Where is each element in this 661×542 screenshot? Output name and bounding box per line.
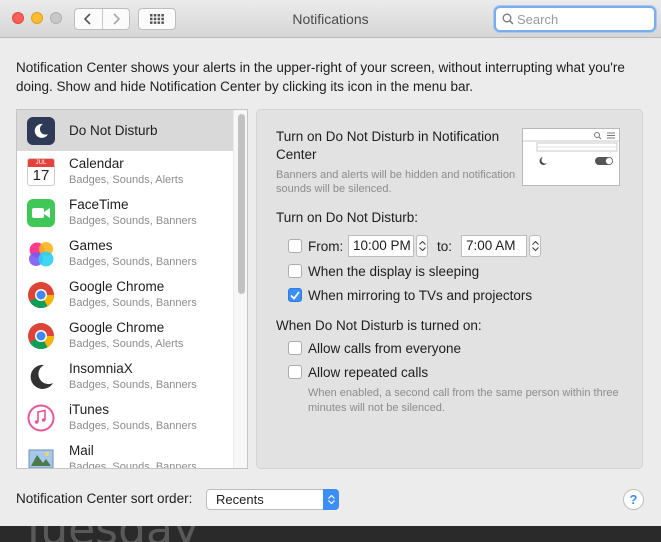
mail-icon xyxy=(27,445,55,468)
list-item-calendar[interactable]: JUL 17 Calendar Badges, Sounds, Alerts xyxy=(17,151,233,192)
popup-arrows-icon xyxy=(323,489,339,510)
app-name: Calendar xyxy=(69,156,124,171)
chevron-down-icon xyxy=(418,247,426,251)
display-sleeping-label: When the display is sleeping xyxy=(308,263,480,279)
app-name: FaceTime xyxy=(69,197,129,212)
app-name: Google Chrome xyxy=(69,279,165,294)
list-scrollbar-thumb[interactable] xyxy=(238,114,245,294)
description-text: Notification Center shows your alerts in… xyxy=(16,60,625,94)
chrome-icon xyxy=(27,322,55,350)
display-sleeping-checkbox[interactable] xyxy=(288,264,302,278)
app-subtitle: Badges, Sounds, Alerts xyxy=(69,174,184,186)
app-subtitle: Badges, Sounds, Banners xyxy=(69,256,197,268)
allow-calls-checkbox[interactable] xyxy=(288,341,302,355)
calendar-month: JUL xyxy=(28,159,54,167)
itunes-icon xyxy=(27,404,55,432)
from-checkbox[interactable] xyxy=(288,239,302,253)
app-subtitle: Badges, Sounds, Banners xyxy=(69,215,197,227)
display-sleeping-row[interactable]: When the display is sleeping xyxy=(288,261,479,281)
chevron-down-icon xyxy=(531,247,539,251)
list-item-itunes[interactable]: iTunes Badges, Sounds, Banners xyxy=(17,397,233,438)
list-item-google-chrome[interactable]: Google Chrome Badges, Sounds, Banners xyxy=(17,274,233,315)
title-bar: Notifications xyxy=(0,0,661,38)
app-name: Games xyxy=(69,238,113,253)
crescent-moon-icon xyxy=(27,363,55,391)
app-name: iTunes xyxy=(69,402,110,417)
app-subtitle: Badges, Sounds, Banners xyxy=(69,420,197,432)
dnd-heading: Turn on Do Not Disturb in Notification C… xyxy=(276,129,500,162)
desktop-widget-text: Tuesday xyxy=(20,526,199,542)
list-item-games[interactable]: Games Badges, Sounds, Banners xyxy=(17,233,233,274)
search-input[interactable] xyxy=(517,10,647,28)
list-item-facetime[interactable]: FaceTime Badges, Sounds, Banners xyxy=(17,192,233,233)
sort-order-value: Recents xyxy=(216,492,264,507)
sort-order-label: Notification Center sort order: xyxy=(16,491,193,506)
repeated-calls-note: When enabled, a second call from the sam… xyxy=(308,387,619,414)
from-row: From: xyxy=(288,236,343,256)
calendar-icon: JUL 17 xyxy=(27,158,55,186)
list-item-google-chrome[interactable]: Google Chrome Badges, Sounds, Alerts xyxy=(17,315,233,356)
help-button[interactable]: ? xyxy=(623,489,644,510)
sort-order-popup[interactable]: Recents xyxy=(206,489,339,510)
app-name: Google Chrome xyxy=(69,320,165,335)
app-name: Mail xyxy=(69,443,94,458)
moon-icon xyxy=(27,117,55,145)
calendar-day: 17 xyxy=(32,167,50,184)
mirroring-row[interactable]: When mirroring to TVs and projectors xyxy=(288,285,532,305)
to-time-stepper[interactable] xyxy=(529,235,541,257)
app-list[interactable]: Do Not Disturb JUL 17 Calendar Badges, S… xyxy=(16,109,248,469)
app-subtitle: Badges, Sounds, Alerts xyxy=(69,338,184,350)
preferences-window: Notifications Notification Center shows … xyxy=(0,0,661,526)
game-center-icon xyxy=(27,240,55,268)
repeated-calls-row[interactable]: Allow repeated calls xyxy=(288,362,428,382)
allow-calls-label: Allow calls from everyone xyxy=(308,340,462,356)
desktop-background: Tuesday xyxy=(0,526,661,542)
app-subtitle: Badges, Sounds, Banners xyxy=(69,297,197,309)
turned-on-heading: When Do Not Disturb is turned on: xyxy=(276,318,482,333)
search-icon xyxy=(502,13,514,25)
dnd-subtext: Banners and alerts will be hidden and no… xyxy=(276,169,516,195)
search-field[interactable] xyxy=(494,6,656,32)
checkmark-icon xyxy=(290,290,300,300)
mirroring-label: When mirroring to TVs and projectors xyxy=(308,287,533,303)
chevron-up-icon xyxy=(531,241,539,245)
app-name: Do Not Disturb xyxy=(69,123,158,138)
schedule-heading: Turn on Do Not Disturb: xyxy=(276,210,419,225)
repeated-calls-checkbox[interactable] xyxy=(288,365,302,379)
from-label: From: xyxy=(308,238,344,254)
allow-calls-row[interactable]: Allow calls from everyone xyxy=(288,338,461,358)
repeated-calls-label: Allow repeated calls xyxy=(308,364,429,380)
from-time-field[interactable]: 10:00 PM xyxy=(348,235,414,257)
from-time-stepper[interactable] xyxy=(416,235,428,257)
list-scrollbar[interactable] xyxy=(233,110,247,468)
dnd-settings-panel: Turn on Do Not Disturb in Notification C… xyxy=(256,109,643,469)
chrome-icon xyxy=(27,281,55,309)
notification-center-preview-icon xyxy=(522,128,620,186)
facetime-icon xyxy=(27,199,55,227)
to-label: to: xyxy=(437,239,453,254)
list-item-mail[interactable]: Mail Badges, Sounds, Banners xyxy=(17,438,233,469)
mirroring-checkbox[interactable] xyxy=(288,288,302,302)
list-item-do-not-disturb[interactable]: Do Not Disturb xyxy=(17,110,233,151)
app-subtitle: Badges, Sounds, Banners xyxy=(69,461,197,469)
list-item-insomniax[interactable]: InsomniaX Badges, Sounds, Banners xyxy=(17,356,233,397)
app-name: InsomniaX xyxy=(69,361,133,376)
app-subtitle: Badges, Sounds, Banners xyxy=(69,379,197,391)
to-time-field[interactable]: 7:00 AM xyxy=(461,235,527,257)
chevron-up-icon xyxy=(418,241,426,245)
